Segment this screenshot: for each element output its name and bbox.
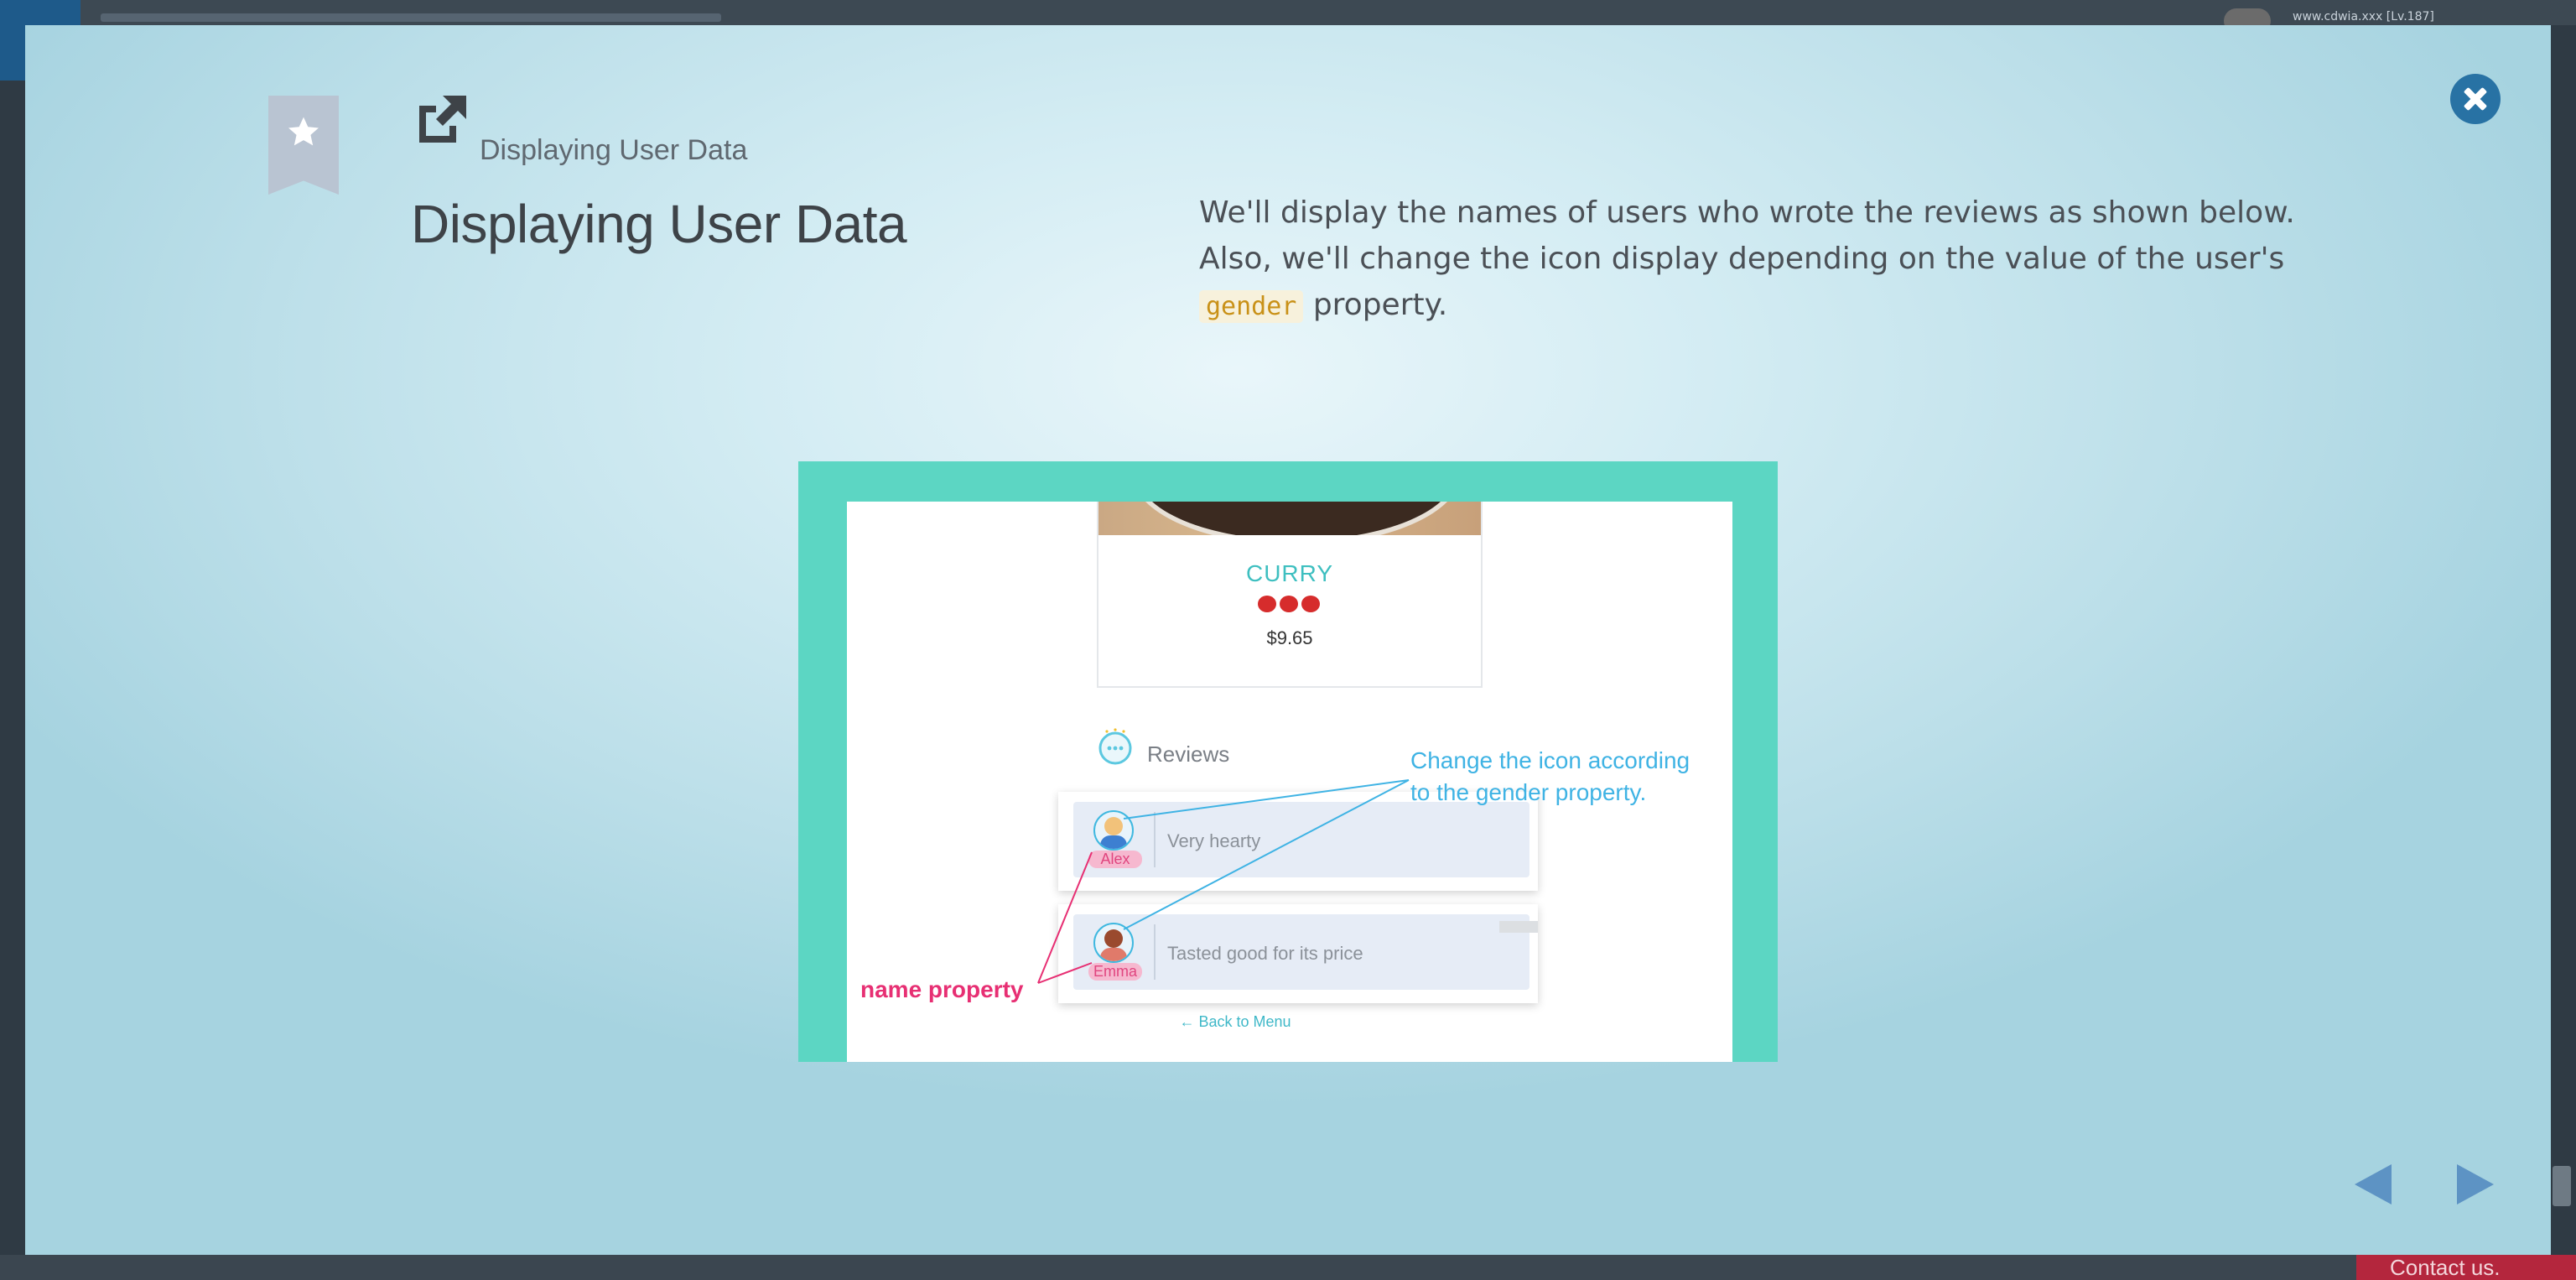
app-bottom-bar [0, 1255, 2576, 1280]
close-button[interactable] [2450, 74, 2501, 124]
description-text: We'll display the names of users who wro… [1199, 195, 2295, 276]
inline-code: gender [1199, 290, 1304, 323]
back-to-menu-link: ← Back to Menu [1179, 1013, 1291, 1030]
gender-annotation-line: to the gender property. [1410, 779, 1647, 805]
star-icon [288, 117, 319, 146]
previous-slide-button[interactable] [2355, 1164, 2392, 1205]
contact-button[interactable]: Contact us. [2356, 1255, 2576, 1280]
name-annotation: name property [860, 976, 1024, 1002]
user-info-text: www.cdwia.xxx [Lv.187] [2293, 10, 2434, 23]
bookmark-button[interactable] [268, 96, 339, 195]
app-search-bar[interactable] [101, 13, 721, 22]
page-title: Displaying User Data [411, 194, 907, 254]
breadcrumb: Displaying User Data [480, 134, 748, 166]
lesson-description: We'll display the names of users who wro… [1199, 190, 2298, 330]
description-text-end: property. [1303, 288, 1448, 322]
next-slide-button[interactable] [2457, 1164, 2494, 1205]
figure-screenshot: CURRY $9.65 Reviews Alex Very hearty Emm… [847, 502, 1732, 1062]
slide-modal: Displaying User Data Displaying User Dat… [25, 25, 2551, 1255]
external-link-icon[interactable] [413, 92, 470, 146]
scrollbar-thumb[interactable] [2553, 1166, 2571, 1206]
gender-annotation-line: Change the icon according [1410, 747, 1690, 773]
gender-annotation: Change the icon according to the gender … [1410, 745, 1690, 809]
lesson-figure: CURRY $9.65 Reviews Alex Very hearty Emm… [798, 461, 1778, 1062]
